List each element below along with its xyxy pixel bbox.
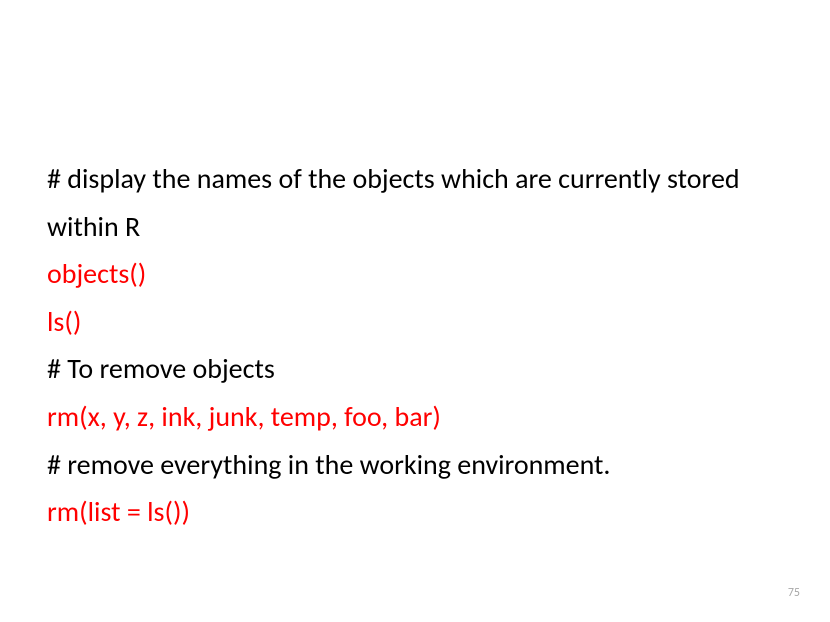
slide-content: # display the names of the objects which…	[47, 155, 783, 536]
comment-line: # display the names of the objects which…	[47, 155, 783, 250]
code-line: ls()	[47, 298, 783, 346]
comment-line: # To remove objects	[47, 345, 783, 393]
code-line: rm(list = ls())	[47, 488, 783, 536]
code-line: objects()	[47, 250, 783, 298]
comment-line: # remove everything in the working envir…	[47, 441, 783, 489]
code-line: rm(x, y, z, ink, junk, temp, foo, bar)	[47, 393, 783, 441]
page-number: 75	[788, 586, 800, 600]
